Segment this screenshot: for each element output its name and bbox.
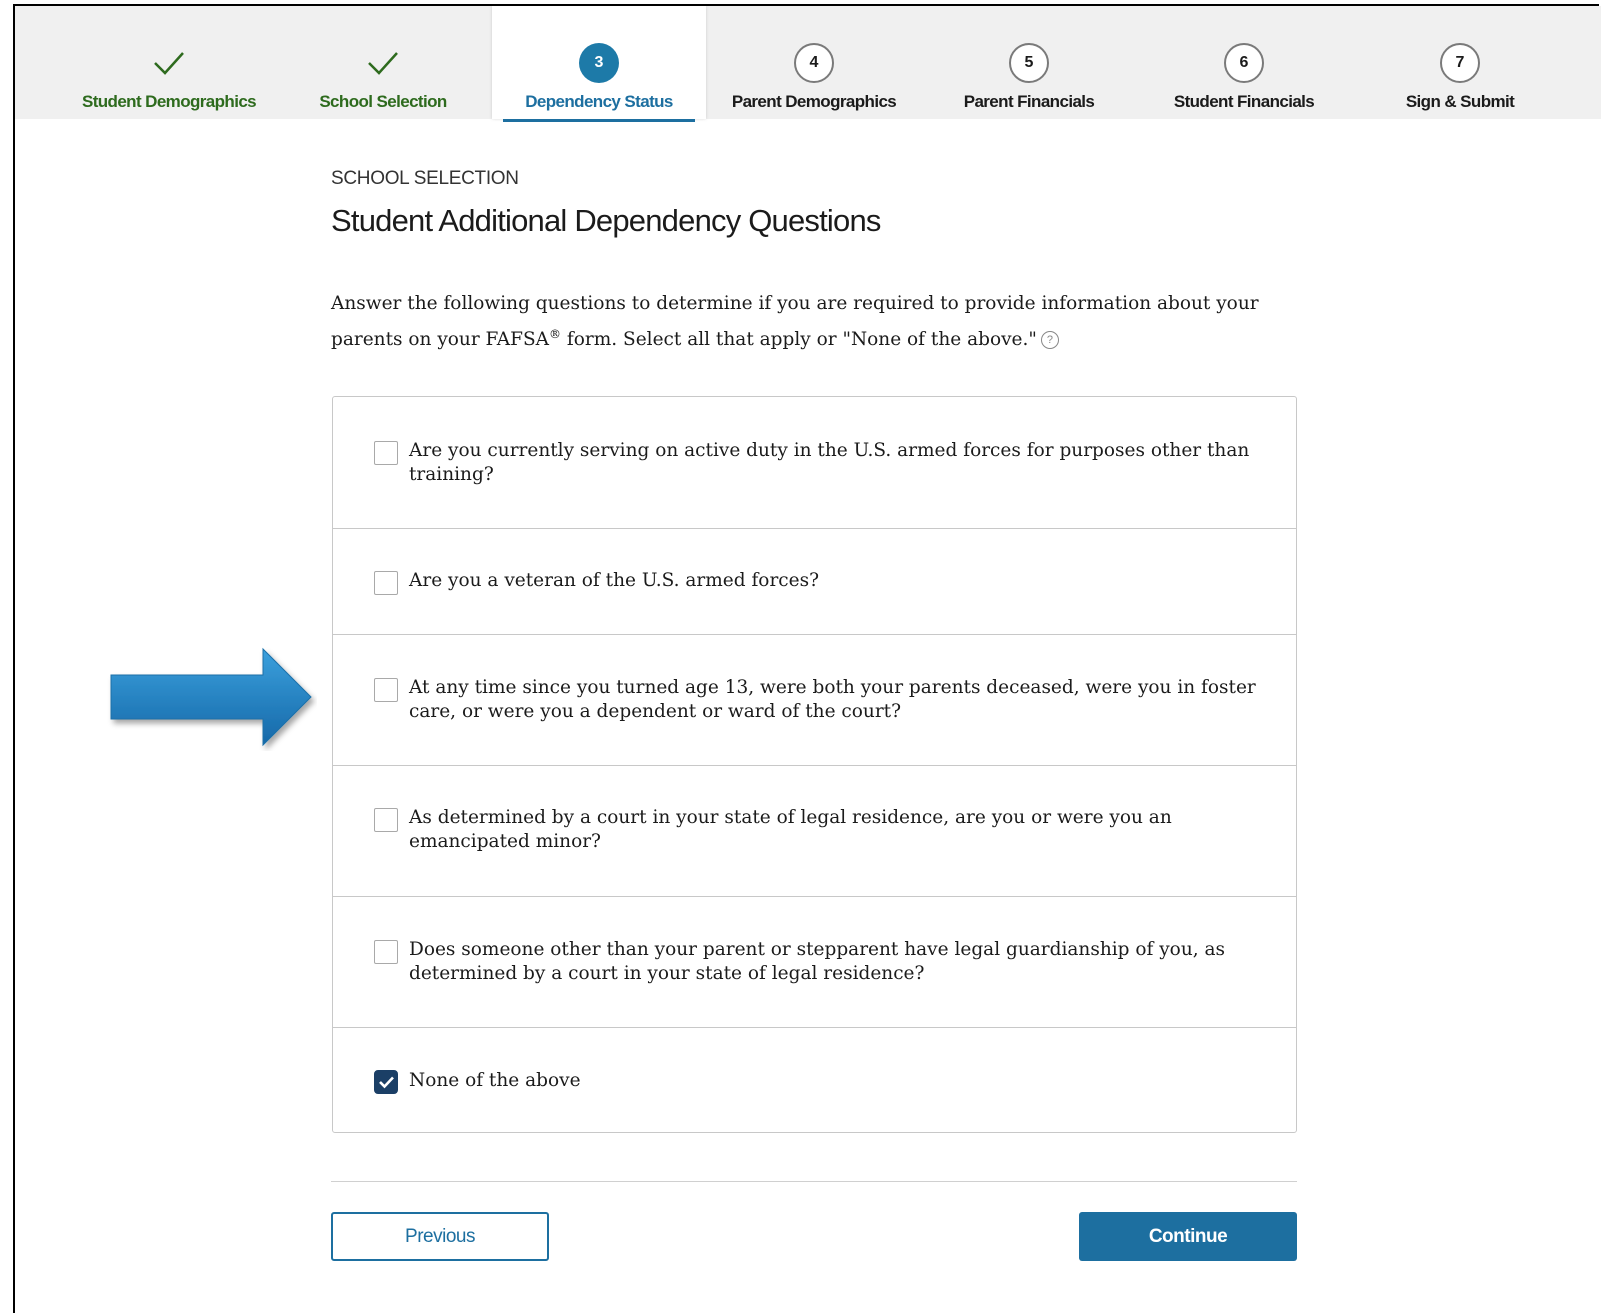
section-divider <box>331 1181 1297 1182</box>
step-student-demographics[interactable]: Student Demographics <box>62 6 276 119</box>
checkbox-veteran[interactable] <box>374 571 398 595</box>
active-step-underline <box>503 119 695 122</box>
step-label: School Selection <box>319 92 447 111</box>
step-label: Parent Demographics <box>731 92 897 111</box>
step-label: Sign & Submit <box>1405 92 1515 111</box>
section-eyebrow: SCHOOL SELECTION <box>331 168 519 189</box>
step-student-financials[interactable]: 6 Student Financials <box>1137 6 1351 119</box>
help-icon[interactable]: ? <box>1040 331 1059 350</box>
step-dependency-status[interactable]: 3 Dependency Status <box>492 6 706 122</box>
checkmark-icon <box>363 43 403 83</box>
instructions-part-2: form. Select all that apply or "None of … <box>561 329 1037 351</box>
step-number-badge: 3 <box>579 43 619 83</box>
checkbox-legal-guardianship[interactable] <box>374 940 398 964</box>
option-label[interactable]: None of the above <box>409 1069 1259 1093</box>
step-label: Student Demographics <box>81 92 257 111</box>
step-label: Student Financials <box>1173 92 1315 111</box>
checkbox-emancipated-minor[interactable] <box>374 808 398 832</box>
option-label[interactable]: Are you a veteran of the U.S. armed forc… <box>409 569 1259 593</box>
option-label[interactable]: Does someone other than your parent or s… <box>409 938 1259 986</box>
option-veteran[interactable]: Are you a veteran of the U.S. armed forc… <box>333 529 1296 635</box>
instructions-text: Answer the following questions to determ… <box>331 289 1306 355</box>
checkmark-icon <box>379 1076 394 1089</box>
option-legal-guardianship[interactable]: Does someone other than your parent or s… <box>333 897 1296 1028</box>
option-label[interactable]: At any time since you turned age 13, wer… <box>409 676 1259 724</box>
step-parent-demographics[interactable]: 4 Parent Demographics <box>707 6 921 119</box>
option-emancipated-minor[interactable]: As determined by a court in your state o… <box>333 766 1296 897</box>
step-label: Dependency Status <box>525 92 673 111</box>
step-label: Parent Financials <box>963 92 1095 111</box>
previous-button[interactable]: Previous <box>331 1212 549 1261</box>
checkbox-orphan-foster-ward[interactable] <box>374 678 398 702</box>
step-number-badge: 4 <box>794 43 834 83</box>
continue-button[interactable]: Continue <box>1079 1212 1297 1261</box>
step-sign-submit[interactable]: 7 Sign & Submit <box>1353 6 1567 119</box>
option-orphan-foster-ward[interactable]: At any time since you turned age 13, wer… <box>333 635 1296 766</box>
checkbox-active-duty[interactable] <box>374 441 398 465</box>
page-title: Student Additional Dependency Questions <box>331 203 881 238</box>
option-label[interactable]: As determined by a court in your state o… <box>409 806 1259 854</box>
option-none-of-the-above[interactable]: None of the above <box>333 1028 1296 1132</box>
progress-stepper: Student Demographics School Selection 3 … <box>15 6 1601 122</box>
arrow-annotation-icon <box>110 647 312 747</box>
step-number-badge: 5 <box>1009 43 1049 83</box>
step-number-badge: 6 <box>1224 43 1264 83</box>
option-active-duty[interactable]: Are you currently serving on active duty… <box>333 397 1296 529</box>
dependency-options-group: Are you currently serving on active duty… <box>332 396 1297 1133</box>
checkbox-none-of-the-above[interactable] <box>374 1070 398 1094</box>
step-school-selection[interactable]: School Selection <box>276 6 490 119</box>
option-label[interactable]: Are you currently serving on active duty… <box>409 439 1259 487</box>
step-number-badge: 7 <box>1440 43 1480 83</box>
step-parent-financials[interactable]: 5 Parent Financials <box>922 6 1136 119</box>
registered-mark: ® <box>549 327 562 341</box>
checkmark-icon <box>149 43 189 83</box>
